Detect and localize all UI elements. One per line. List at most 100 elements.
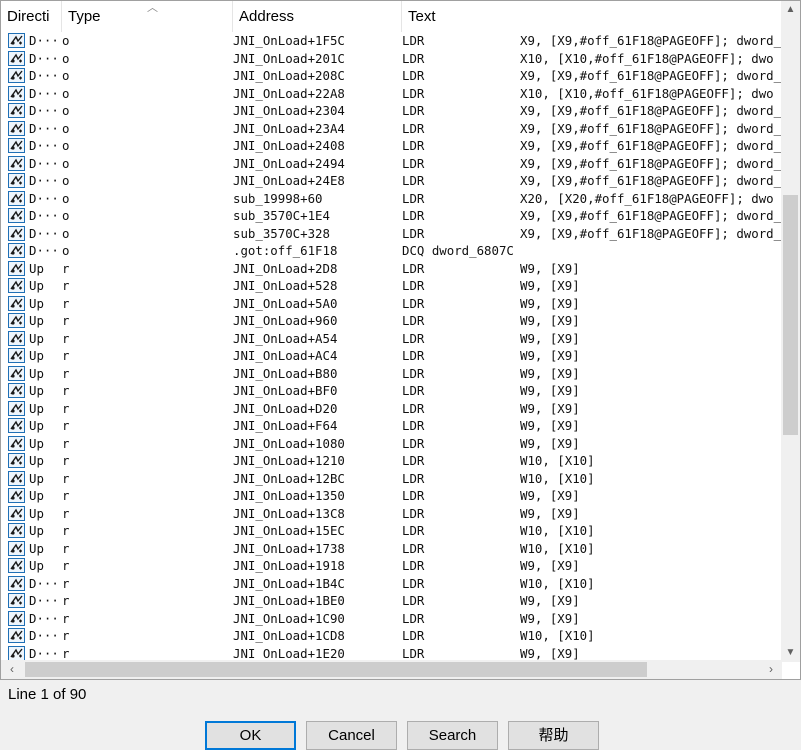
instruction-cell: LDR xyxy=(402,313,425,329)
table-row[interactable]: D··· o JNI_OnLoad+1F5C LDR X9, [X9,#off_61F1… xyxy=(1,32,782,50)
help-button[interactable]: 帮助 xyxy=(508,721,599,750)
xref-icon xyxy=(8,593,25,609)
icon-cell xyxy=(1,68,29,84)
table-row[interactable]: D··· r JNI_OnLoad+1B4C LDR W10, [X10] xyxy=(1,575,782,593)
direction-cell: Up xyxy=(29,505,44,521)
direction-cell: Up xyxy=(29,558,44,574)
operands-cell: W9, [X9] xyxy=(520,313,580,329)
table-row[interactable]: D··· o JNI_OnLoad+208C LDR X9, [X9,#off_61F1… xyxy=(1,67,782,85)
address-cell: JNI_OnLoad+2408 xyxy=(233,138,345,154)
address-cell: JNI_OnLoad+24E8 xyxy=(233,173,345,189)
address-cell: .got:off_61F18 xyxy=(233,243,338,259)
table-row[interactable]: Up r JNI_OnLoad+1210 LDR W10, [X10] xyxy=(1,452,782,470)
vertical-scrollbar[interactable]: ▲ ▼ xyxy=(781,1,800,662)
address-cell: JNI_OnLoad+B80 xyxy=(233,365,338,381)
operands-cell: W9, [X9] xyxy=(520,330,580,346)
xref-icon xyxy=(8,453,25,469)
table-row[interactable]: D··· o JNI_OnLoad+2494 LDR X9, [X9,#off_61F1… xyxy=(1,155,782,173)
scroll-left-icon[interactable]: ‹ xyxy=(3,660,21,679)
table-row[interactable]: Up r JNI_OnLoad+BF0 LDR W9, [X9] xyxy=(1,382,782,400)
instruction-cell: LDR xyxy=(402,120,425,136)
table-row[interactable]: D··· o JNI_OnLoad+201C LDR X10, [X10,#off_61… xyxy=(1,50,782,68)
table-row[interactable]: Up r JNI_OnLoad+1080 LDR W9, [X9] xyxy=(1,435,782,453)
icon-cell xyxy=(1,173,29,189)
table-row[interactable]: D··· o JNI_OnLoad+24E8 LDR X9, [X9,#off_61F1… xyxy=(1,172,782,190)
xrefs-list[interactable]: Directi Type ︿ Address Text D··· o JNI_OnLo… xyxy=(0,0,801,680)
xref-icon xyxy=(8,435,25,451)
table-row[interactable]: D··· o JNI_OnLoad+2304 LDR X9, [X9,#off_61F1… xyxy=(1,102,782,120)
operands-cell: W9, [X9] xyxy=(520,645,580,661)
operands-cell: W10, [X10] xyxy=(520,453,595,469)
horizontal-scrollbar[interactable]: ‹ › xyxy=(1,660,782,679)
table-row[interactable]: Up r JNI_OnLoad+A54 LDR W9, [X9] xyxy=(1,330,782,348)
search-button[interactable]: Search xyxy=(407,721,498,750)
operands-cell: X9, [X9,#off_61F18@PAGEOFF]; dword_ xyxy=(520,173,782,189)
operands-cell: X9, [X9,#off_61F18@PAGEOFF]; dword_ xyxy=(520,225,782,241)
address-cell: JNI_OnLoad+2494 xyxy=(233,155,345,171)
table-row[interactable]: Up r JNI_OnLoad+B80 LDR W9, [X9] xyxy=(1,365,782,383)
rows-container: D··· o JNI_OnLoad+1F5C LDR X9, [X9,#off_61F1… xyxy=(1,32,782,662)
table-row[interactable]: Up r JNI_OnLoad+2D8 LDR W9, [X9] xyxy=(1,260,782,278)
xref-icon xyxy=(8,33,25,49)
table-row[interactable]: D··· o sub_3570C+328 LDR X9, [X9,#off_61F18@… xyxy=(1,225,782,243)
table-row[interactable]: D··· o .got:off_61F18 DCQ dword_6807C xyxy=(1,242,782,260)
type-cell: o xyxy=(62,120,70,136)
icon-cell xyxy=(1,523,29,539)
address-cell: JNI_OnLoad+5A0 xyxy=(233,295,338,311)
column-header-direction[interactable]: Directi xyxy=(1,1,62,32)
table-row[interactable]: Up r JNI_OnLoad+12BC LDR W10, [X10] xyxy=(1,470,782,488)
table-row[interactable]: Up r JNI_OnLoad+5A0 LDR W9, [X9] xyxy=(1,295,782,313)
address-cell: JNI_OnLoad+1918 xyxy=(233,558,345,574)
icon-cell xyxy=(1,383,29,399)
direction-cell: D··· xyxy=(29,103,59,119)
column-header-type[interactable]: Type ︿ xyxy=(62,1,233,32)
table-row[interactable]: Up r JNI_OnLoad+15EC LDR W10, [X10] xyxy=(1,522,782,540)
icon-cell xyxy=(1,400,29,416)
table-row[interactable]: D··· o JNI_OnLoad+22A8 LDR X10, [X10,#off_61… xyxy=(1,85,782,103)
table-row[interactable]: D··· r JNI_OnLoad+1C90 LDR W9, [X9] xyxy=(1,610,782,628)
column-header-text[interactable]: Text xyxy=(402,1,782,32)
icon-cell xyxy=(1,278,29,294)
type-cell: o xyxy=(62,208,70,224)
xref-icon xyxy=(8,295,25,311)
table-row[interactable]: Up r JNI_OnLoad+13C8 LDR W9, [X9] xyxy=(1,505,782,523)
operands-cell: W9, [X9] xyxy=(520,610,580,626)
icon-cell xyxy=(1,225,29,241)
table-row[interactable]: D··· o JNI_OnLoad+23A4 LDR X9, [X9,#off_61F1… xyxy=(1,120,782,138)
table-row[interactable]: D··· o sub_3570C+1E4 LDR X9, [X9,#off_61F18@… xyxy=(1,207,782,225)
scroll-down-icon[interactable]: ▼ xyxy=(781,644,800,662)
table-row[interactable]: D··· o JNI_OnLoad+2408 LDR X9, [X9,#off_61F1… xyxy=(1,137,782,155)
scroll-up-icon[interactable]: ▲ xyxy=(781,1,800,19)
operands-cell: W10, [X10] xyxy=(520,540,595,556)
table-row[interactable]: D··· r JNI_OnLoad+1CD8 LDR W10, [X10] xyxy=(1,627,782,645)
ok-button[interactable]: OK xyxy=(205,721,296,750)
horizontal-scroll-thumb[interactable] xyxy=(25,662,647,677)
table-row[interactable]: D··· r JNI_OnLoad+1BE0 LDR W9, [X9] xyxy=(1,592,782,610)
table-row[interactable]: Up r JNI_OnLoad+960 LDR W9, [X9] xyxy=(1,312,782,330)
operands-cell: X9, [X9,#off_61F18@PAGEOFF]; dword_ xyxy=(520,68,782,84)
table-row[interactable]: Up r JNI_OnLoad+528 LDR W9, [X9] xyxy=(1,277,782,295)
table-row[interactable]: D··· o sub_19998+60 LDR X20, [X20,#off_61F18… xyxy=(1,190,782,208)
address-cell: JNI_OnLoad+23A4 xyxy=(233,120,345,136)
type-cell: r xyxy=(62,278,70,294)
xref-icon xyxy=(8,278,25,294)
instruction-cell: LDR xyxy=(402,278,425,294)
instruction-cell: LDR xyxy=(402,558,425,574)
table-row[interactable]: Up r JNI_OnLoad+1918 LDR W9, [X9] xyxy=(1,557,782,575)
direction-cell: D··· xyxy=(29,155,59,171)
table-row[interactable]: Up r JNI_OnLoad+1738 LDR W10, [X10] xyxy=(1,540,782,558)
column-header-address[interactable]: Address xyxy=(233,1,402,32)
table-row[interactable]: Up r JNI_OnLoad+1350 LDR W9, [X9] xyxy=(1,487,782,505)
instruction-cell: LDR xyxy=(402,610,425,626)
operands-cell: W10, [X10] xyxy=(520,470,595,486)
table-row[interactable]: Up r JNI_OnLoad+AC4 LDR W9, [X9] xyxy=(1,347,782,365)
vertical-scroll-thumb[interactable] xyxy=(783,195,798,435)
type-cell: o xyxy=(62,85,70,101)
cancel-button[interactable]: Cancel xyxy=(306,721,397,750)
table-row[interactable]: Up r JNI_OnLoad+D20 LDR W9, [X9] xyxy=(1,400,782,418)
instruction-cell: LDR xyxy=(402,348,425,364)
table-row[interactable]: Up r JNI_OnLoad+F64 LDR W9, [X9] xyxy=(1,417,782,435)
xref-icon xyxy=(8,155,25,171)
instruction-cell: LDR xyxy=(402,593,425,609)
scroll-right-icon[interactable]: › xyxy=(762,660,780,679)
